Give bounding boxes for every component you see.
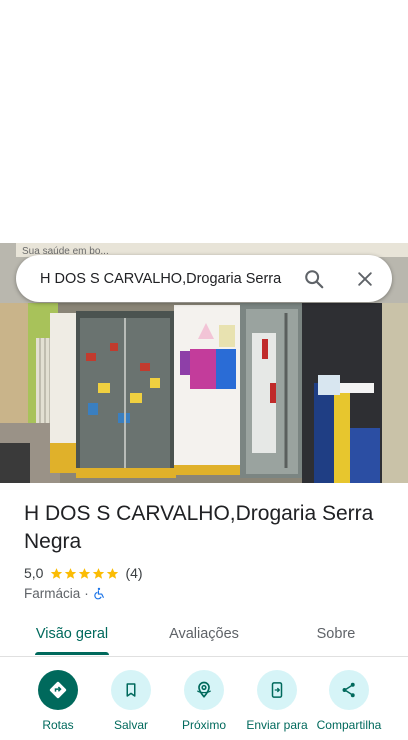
search-icon: [305, 270, 324, 289]
save-button[interactable]: Salvar: [93, 670, 169, 740]
review-count: (4): [125, 565, 143, 581]
separator: ·: [84, 585, 89, 601]
close-icon: [358, 272, 372, 286]
wheelchair-accessible-icon: [94, 587, 104, 599]
send-to-phone-button-circle: [257, 670, 297, 710]
search-query-text[interactable]: H DOS S CARVALHO,Drogaria Serra: [40, 269, 295, 289]
star-icon: [93, 567, 105, 579]
close-button[interactable]: [349, 263, 381, 295]
star-icon: [51, 567, 63, 579]
nearby-label: Próximo: [181, 718, 226, 732]
share-icon: [342, 682, 355, 698]
directions-icon: [49, 681, 67, 699]
share-button-circle: [329, 670, 369, 710]
star-icon: [107, 567, 119, 579]
tab-overview[interactable]: Visão geral: [24, 614, 120, 654]
directions-button[interactable]: Rotas: [20, 670, 96, 740]
search-button[interactable]: [298, 263, 330, 295]
rating-row[interactable]: 5,0 (4): [24, 563, 143, 583]
send-to-phone-icon: [271, 682, 283, 698]
save-button-circle: [111, 670, 151, 710]
send-to-phone-label: Enviar para: [246, 718, 308, 732]
directions-label: Rotas: [42, 718, 74, 732]
nearby-button[interactable]: Próximo: [166, 670, 242, 740]
tab-bar: Visão geral Avaliações Sobre: [0, 614, 408, 657]
nearby-icon: [196, 681, 212, 698]
place-title: H DOS S CARVALHO,Drogaria Serra Negra: [24, 502, 374, 553]
active-tab-indicator: [35, 652, 109, 655]
directions-button-circle: [38, 670, 78, 710]
star-icon: [79, 567, 91, 579]
tab-about[interactable]: Sobre: [298, 614, 374, 654]
bookmark-icon: [126, 683, 136, 697]
rating-stars: [50, 567, 120, 580]
send-to-phone-button[interactable]: Enviar para: [239, 670, 315, 740]
rating-value: 5,0: [24, 565, 44, 581]
place-category: Farmácia: [24, 585, 81, 601]
category-row: Farmácia ·: [24, 584, 106, 602]
search-bar[interactable]: H DOS S CARVALHO,Drogaria Serra: [16, 255, 392, 302]
share-button[interactable]: Compartilha: [311, 670, 387, 740]
tab-reviews[interactable]: Avaliações: [152, 614, 256, 654]
share-label: Compartilha: [316, 718, 382, 732]
save-label: Salvar: [113, 718, 148, 732]
star-icon: [65, 567, 77, 579]
nearby-button-circle: [184, 670, 224, 710]
